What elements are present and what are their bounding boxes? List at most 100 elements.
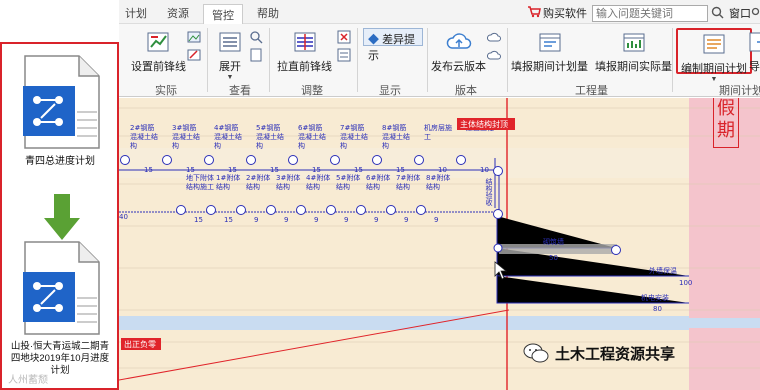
task-node[interactable] [416,205,426,215]
task-node[interactable] [330,155,340,165]
calendar-actual-icon [623,33,644,52]
task-duration: 15 [194,216,203,224]
settings-icon[interactable] [751,7,760,16]
baseline-chart-icon [147,32,168,52]
task-duration: 15 [186,166,195,174]
window-menu[interactable]: 窗口 [729,5,751,21]
task-duration: 10 [480,166,489,174]
file-item-master-plan[interactable]: 青四总进度计划 [10,52,110,168]
ribbon-separator [427,28,428,92]
edit-icon[interactable] [187,48,201,62]
image-icon[interactable] [187,30,201,44]
group-label-adjust: 调整 [301,85,323,97]
task-node[interactable] [206,205,216,215]
task-duration: 9 [404,216,408,224]
task-node[interactable] [162,155,172,165]
file-item-october-plan[interactable]: 山投·恒大青运城二期青四地块2019年10月进度计划 [10,238,110,377]
group-label-actual: 实际 [155,85,177,97]
task-node[interactable] [372,155,382,165]
group-label-view: 查看 [229,85,251,97]
schedule-file-icon [23,241,100,335]
fill-plan-label: 填报期间计划量 [511,61,588,73]
task-node[interactable] [356,205,366,215]
edit-period-plan-button[interactable]: 编制期间计划 ▼ [676,28,752,83]
cloud-download-icon[interactable] [487,48,501,62]
ribbon-separator [269,28,270,92]
zoom-icon[interactable] [249,30,263,44]
task-duration: 9 [254,216,258,224]
tab-plan[interactable]: 计划 [125,5,147,21]
cross-icon[interactable] [337,30,351,44]
network-diagram-canvas[interactable]: 2#钢筋混凝土结构 15 3#钢筋混凝土结构 15 4#钢筋混凝土结构 15 5#钢筋混凝土… [118,98,760,390]
task-node[interactable] [288,155,298,165]
task-node[interactable] [120,155,130,165]
page-icon[interactable] [249,48,263,62]
expand-list-icon [219,32,241,52]
fill-actual-label: 填报期间实际量 [595,61,672,73]
list-icon[interactable] [337,48,351,62]
task-name: 6#钢筋混凝土结构 [298,123,326,150]
task-name: 7#附体结构 [396,173,420,191]
set-baseline-label: 设置前锋线 [131,61,186,73]
task-node[interactable] [296,205,306,215]
file-comparison-panel: 青四总进度计划 山投·恒大青运城二期青四地块2019年10月进度计划 人州蓄颓 [0,42,119,390]
buy-software-link[interactable]: 购买软件 [543,5,587,21]
dropdown-arrow-icon: ▼ [226,74,234,81]
edit-period-label: 编制期间计划 [681,63,747,75]
ribbon-separator [672,28,673,92]
publish-label: 发布云版本 [431,61,486,73]
task-node[interactable] [246,155,256,165]
task-node[interactable] [456,155,466,165]
help-search-input[interactable] [592,5,708,22]
task-duration: 15 [224,216,233,224]
fill-actual-quantity-button[interactable]: 填报期间实际量 [595,30,672,74]
arrow-down-icon [44,194,80,240]
task-b-duration: 100 [679,279,692,287]
group-label-period-plan: 期间计划 [719,85,760,97]
schedule-file-icon [23,55,100,149]
tab-help[interactable]: 帮助 [257,5,279,21]
export-label: 导出 [749,61,760,73]
tab-resource[interactable]: 资源 [167,5,189,21]
task-duration: 9 [314,216,318,224]
tab-control[interactable]: 管控 [203,4,243,25]
task-node[interactable] [266,205,276,215]
search-icon[interactable] [711,6,724,19]
export-button[interactable]: 导出 [747,30,760,74]
task-name: 7#钢筋混凝土结构 [340,123,368,150]
task-name: 机房层施工 [424,123,452,141]
task-node[interactable] [386,205,396,215]
task-a-duration: 50 [549,254,558,262]
task-node[interactable] [236,205,246,215]
task-node[interactable] [176,205,186,215]
task-node[interactable] [414,155,424,165]
row2-tasks: 地下附体结构施工 15 1#附体结构 15 2#附体结构 9 3#附体结构 9 4#附体结构 9 5… [176,173,450,224]
ribbon-separator [507,28,508,92]
diff-hint-toggle[interactable]: ◆ 差异提示 [363,28,423,62]
cloud-icon[interactable] [487,30,501,44]
cart-icon [528,6,541,18]
wechat-watermark: 土木工程资源共享 [523,342,675,364]
straighten-label: 拉直前锋线 [277,61,332,73]
task-node[interactable] [204,155,214,165]
period-plan-icon [703,34,725,54]
task-duration: 9 [284,216,288,224]
calendar-plan-icon [539,33,560,52]
fill-plan-quantity-button[interactable]: 填报期间计划量 [511,30,588,74]
task-name: 3#附体结构 [276,173,300,191]
expand-button[interactable]: 展开 ▼ [217,30,243,81]
diff-icon: ◆ [368,34,379,46]
task-node[interactable] [326,205,336,215]
task-duration: 15 [228,166,237,174]
task-c-duration: 80 [653,305,662,313]
watermark-text: 人州蓄颓 [8,375,48,386]
publish-cloud-button[interactable]: 发布云版本 [431,30,486,74]
task-duration: 15 [354,166,363,174]
task-b-name: 外墙保温 [649,266,677,275]
straighten-baseline-button[interactable]: 拉直前锋线 [277,30,332,74]
left-number: 40 [119,213,128,221]
set-baseline-button[interactable]: 设置前锋线 [131,30,186,74]
ribbon-tab-bar: 计划 资源 管控 帮助 购买软件 窗口 [119,0,760,25]
ribbon-separator [207,28,208,92]
vertical-task-label: 结构验收 [485,177,493,207]
